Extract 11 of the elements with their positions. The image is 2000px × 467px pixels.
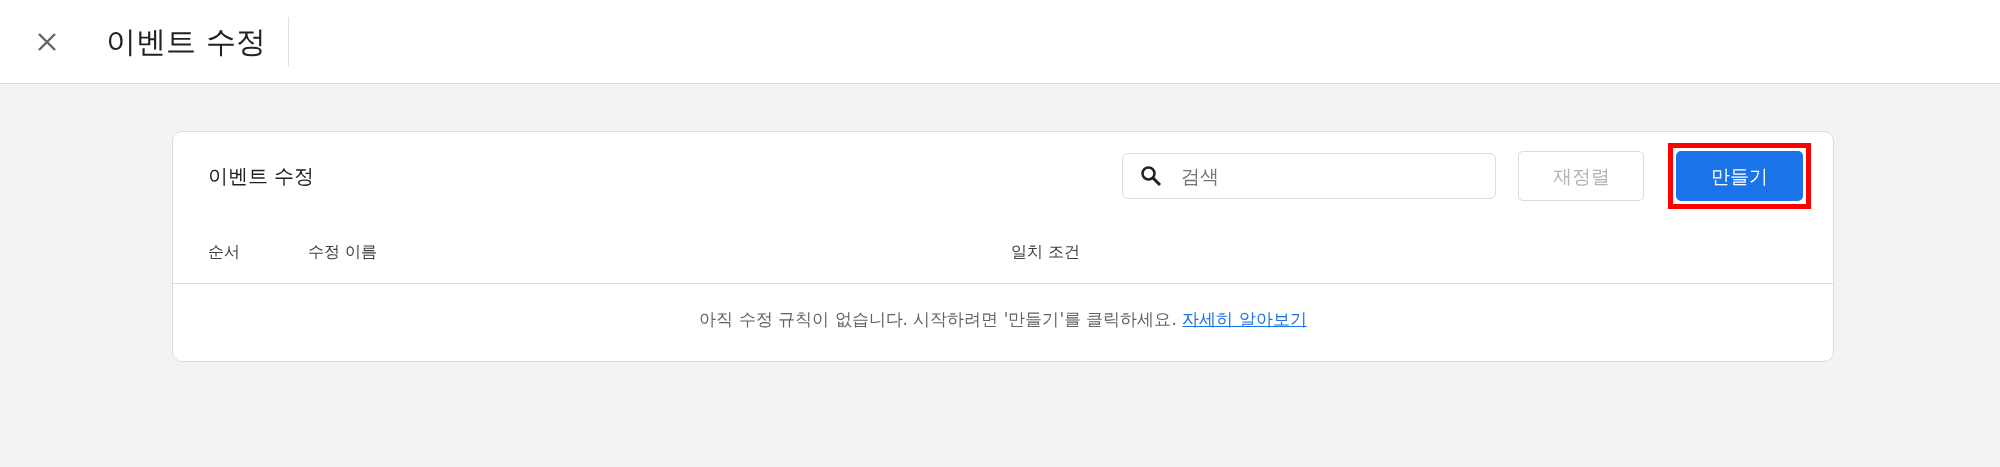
card-title: 이벤트 수정 (208, 163, 316, 190)
search-icon (1140, 165, 1162, 187)
learn-more-link[interactable]: 자세히 알아보기 (1182, 309, 1307, 330)
page-title: 이벤트 수정 (106, 23, 266, 61)
create-button[interactable]: 만들기 (1676, 151, 1803, 201)
search-field[interactable]: 검색 (1122, 153, 1496, 199)
column-header: 일치 조건 (1011, 241, 1081, 261)
close-icon[interactable] (36, 30, 58, 53)
column-header: 순서 (208, 241, 240, 261)
column-header: 수정 이름 (308, 241, 378, 261)
empty-message: 아직 수정 규칙이 없습니다. 시작하려면 '만들기'를 클릭하세요. 자세히 알아보기 (699, 308, 1307, 332)
